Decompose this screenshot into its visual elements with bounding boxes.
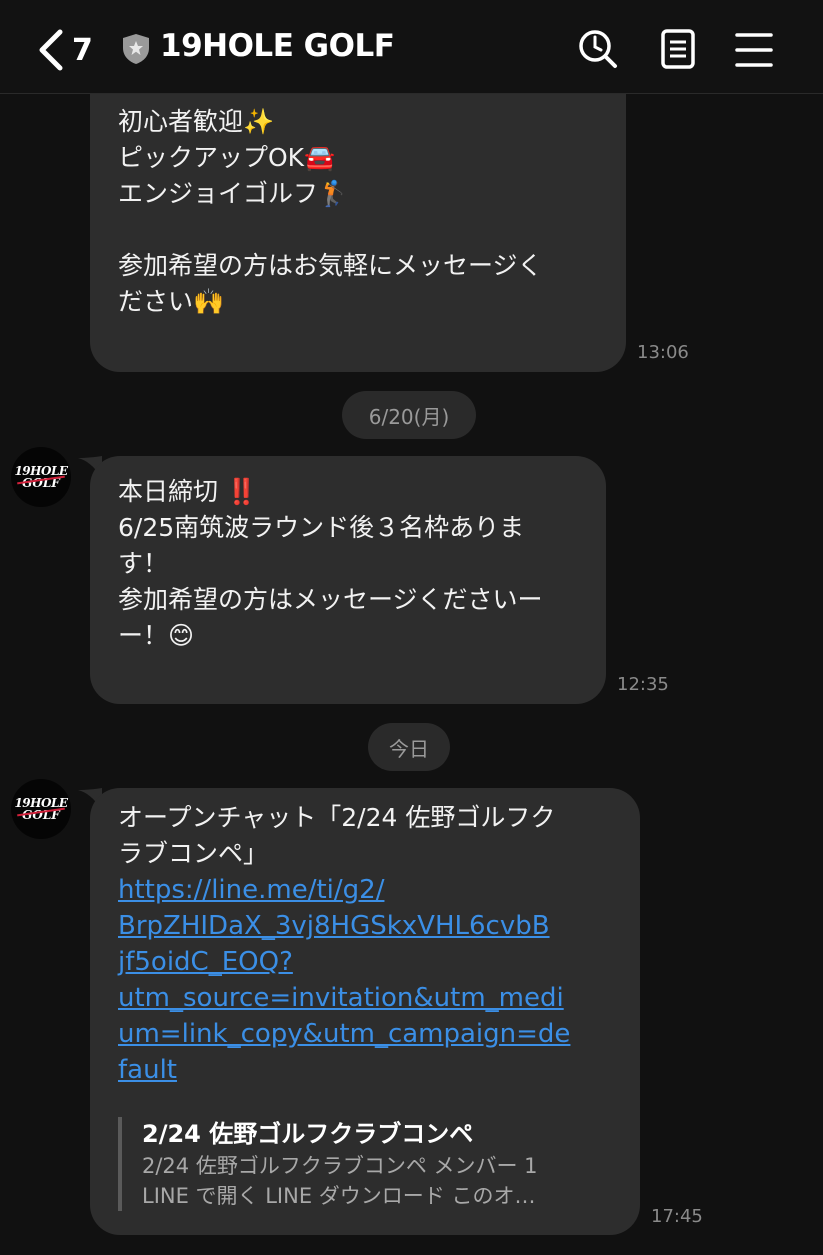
preview-description: 2/24 佐野ゴルフクラブコンペ メンバー 1 <box>142 1154 538 1178</box>
link-line[interactable]: BrpZHIDaX_3vj8HGSkxVHL6cvbB <box>118 908 618 944</box>
unread-count: 7 <box>72 32 93 68</box>
chat-title: 19HOLE GOLF <box>160 28 395 64</box>
message-line: ラブコンペ」 <box>118 839 269 868</box>
message-line: ー！😊 <box>118 621 195 650</box>
message-line: 参加希望の方はお気軽にメッセージく <box>118 251 543 280</box>
chevron-left-icon <box>39 29 63 71</box>
chat-screen: 7 19HOLE GOLF 初心者歓迎✨ ピックアップOK� <box>0 0 823 1255</box>
link-line[interactable]: jf5oidC_EOQ? <box>118 944 618 980</box>
date-separator: 今日 <box>368 723 450 771</box>
message-list[interactable]: 初心者歓迎✨ ピックアップOK🚘 エンジョイゴルフ🏌️ 参加希望の方はお気軽にメ… <box>0 94 823 1255</box>
preview-title: 2/24 佐野ゴルフクラブコンペ <box>142 1120 474 1148</box>
message-line: ピックアップOK🚘 <box>118 143 336 172</box>
link-line[interactable]: https://line.me/ti/g2/ <box>118 872 618 908</box>
menu-icon[interactable] <box>733 28 775 70</box>
avatar[interactable]: 19HOLE GOLF <box>11 447 71 507</box>
message-line: す！ <box>118 549 169 578</box>
link-line[interactable]: utm_source=invitation&utm_medi <box>118 980 618 1016</box>
message-bubble[interactable]: 初心者歓迎✨ ピックアップOK🚘 エンジョイゴルフ🏌️ 参加希望の方はお気軽にメ… <box>90 94 626 372</box>
message-line: 本日締切 ‼️ <box>118 477 258 506</box>
message-bubble[interactable]: 本日締切 ‼️ 6/25南筑波ラウンド後３名枠ありま す！ 参加希望の方はメッセ… <box>90 456 606 704</box>
message-line: オープンチャット「2/24 佐野ゴルフク <box>118 803 556 832</box>
shield-icon <box>123 34 149 64</box>
message-time: 12:35 <box>617 674 669 695</box>
message-time: 13:06 <box>637 342 689 363</box>
search-history-icon[interactable] <box>577 28 619 70</box>
invite-link[interactable]: https://line.me/ti/g2/ BrpZHIDaX_3vj8HGS… <box>118 872 618 1088</box>
link-line[interactable]: fault <box>118 1052 618 1088</box>
message-line: ださい🙌 <box>118 287 225 316</box>
date-separator: 6/20(月) <box>342 391 476 439</box>
link-line[interactable]: um=link_copy&utm_campaign=de <box>118 1016 618 1052</box>
back-button[interactable]: 7 <box>36 26 106 74</box>
message-line: エンジョイゴルフ🏌️ <box>118 179 350 208</box>
link-preview[interactable]: 2/24 佐野ゴルフクラブコンペ 2/24 佐野ゴルフクラブコンペ メンバー 1… <box>118 1117 608 1211</box>
message-line <box>118 212 604 248</box>
message-time: 17:45 <box>651 1206 703 1227</box>
notes-icon[interactable] <box>657 28 699 70</box>
avatar[interactable]: 19HOLE GOLF <box>11 779 71 839</box>
message-line: 6/25南筑波ラウンド後３名枠ありま <box>118 513 525 542</box>
chat-header: 7 19HOLE GOLF <box>0 0 823 94</box>
message-line: 参加希望の方はメッセージくださいー <box>118 585 543 614</box>
preview-description: LINE で開く LINE ダウンロード このオ… <box>142 1184 536 1208</box>
message-line: 初心者歓迎✨ <box>118 107 275 136</box>
